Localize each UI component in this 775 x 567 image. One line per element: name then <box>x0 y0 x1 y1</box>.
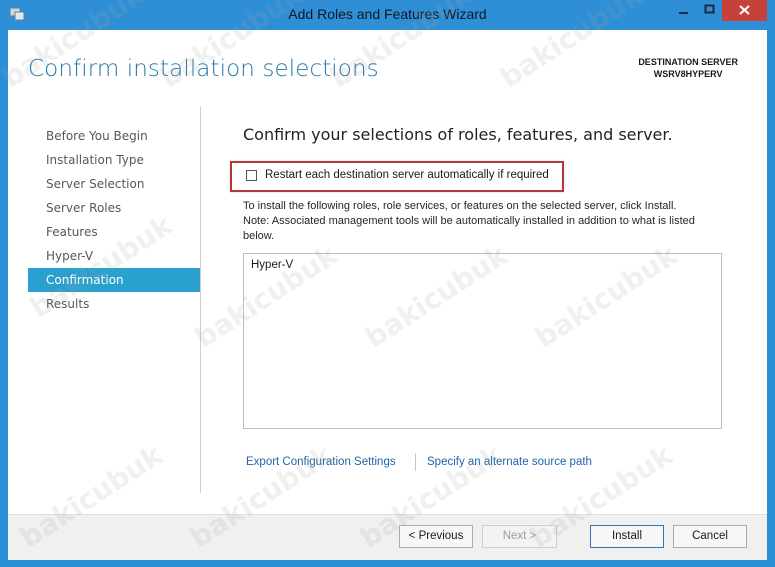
nav-item-server-roles[interactable]: Server Roles <box>28 196 200 220</box>
nav-item-installation-type[interactable]: Installation Type <box>28 148 200 172</box>
wizard-window: Add Roles and Features Wizard Confirm in… <box>0 0 775 567</box>
maximize-icon <box>704 4 715 14</box>
nav-divider <box>200 106 201 493</box>
install-button[interactable]: Install <box>590 525 664 548</box>
list-item: Hyper-V <box>251 259 294 271</box>
install-info-text: To install the following roles, role ser… <box>243 199 723 244</box>
restart-checkbox-label[interactable]: Restart each destination server automati… <box>265 169 549 181</box>
destination-server-info: DESTINATION SERVER WSRV8HYPERV <box>638 56 738 80</box>
restart-checkbox[interactable] <box>246 170 257 181</box>
wizard-client-area: Confirm installation selections DESTINAT… <box>8 30 767 560</box>
install-info-line: To install the following roles, role ser… <box>243 200 677 212</box>
nav-item-features[interactable]: Features <box>28 220 200 244</box>
minimize-button[interactable] <box>671 0 696 21</box>
export-configuration-link[interactable]: Export Configuration Settings <box>246 456 396 468</box>
nav-item-hyper-v[interactable]: Hyper-V <box>28 244 200 268</box>
nav-item-confirmation[interactable]: Confirmation <box>28 268 200 292</box>
maximize-button[interactable] <box>697 0 722 21</box>
cancel-button[interactable]: Cancel <box>673 525 747 548</box>
previous-button[interactable]: < Previous <box>399 525 473 548</box>
window-title: Add Roles and Features Wizard <box>288 6 487 22</box>
nav-item-server-selection[interactable]: Server Selection <box>28 172 200 196</box>
content-heading: Confirm your selections of roles, featur… <box>243 125 673 144</box>
next-button[interactable]: Next > <box>482 525 557 548</box>
close-button[interactable] <box>722 0 767 21</box>
destination-server-name: WSRV8HYPERV <box>653 69 723 79</box>
wizard-nav: Before You Begin Installation Type Serve… <box>28 124 200 316</box>
link-separator <box>415 453 416 471</box>
selections-listbox[interactable]: Hyper-V <box>243 253 722 429</box>
wizard-footer: < Previous Next > Install Cancel <box>8 514 767 560</box>
page-title: Confirm installation selections <box>28 56 379 82</box>
close-icon <box>739 5 750 15</box>
install-note-line: Note: Associated management tools will b… <box>243 215 695 242</box>
alternate-source-path-link[interactable]: Specify an alternate source path <box>427 456 592 468</box>
destination-server-label: DESTINATION SERVER <box>638 57 738 67</box>
title-bar[interactable]: Add Roles and Features Wizard <box>0 0 775 30</box>
nav-item-results: Results <box>46 297 90 311</box>
minimize-icon <box>679 12 688 14</box>
nav-item-before-you-begin[interactable]: Before You Begin <box>28 124 200 148</box>
